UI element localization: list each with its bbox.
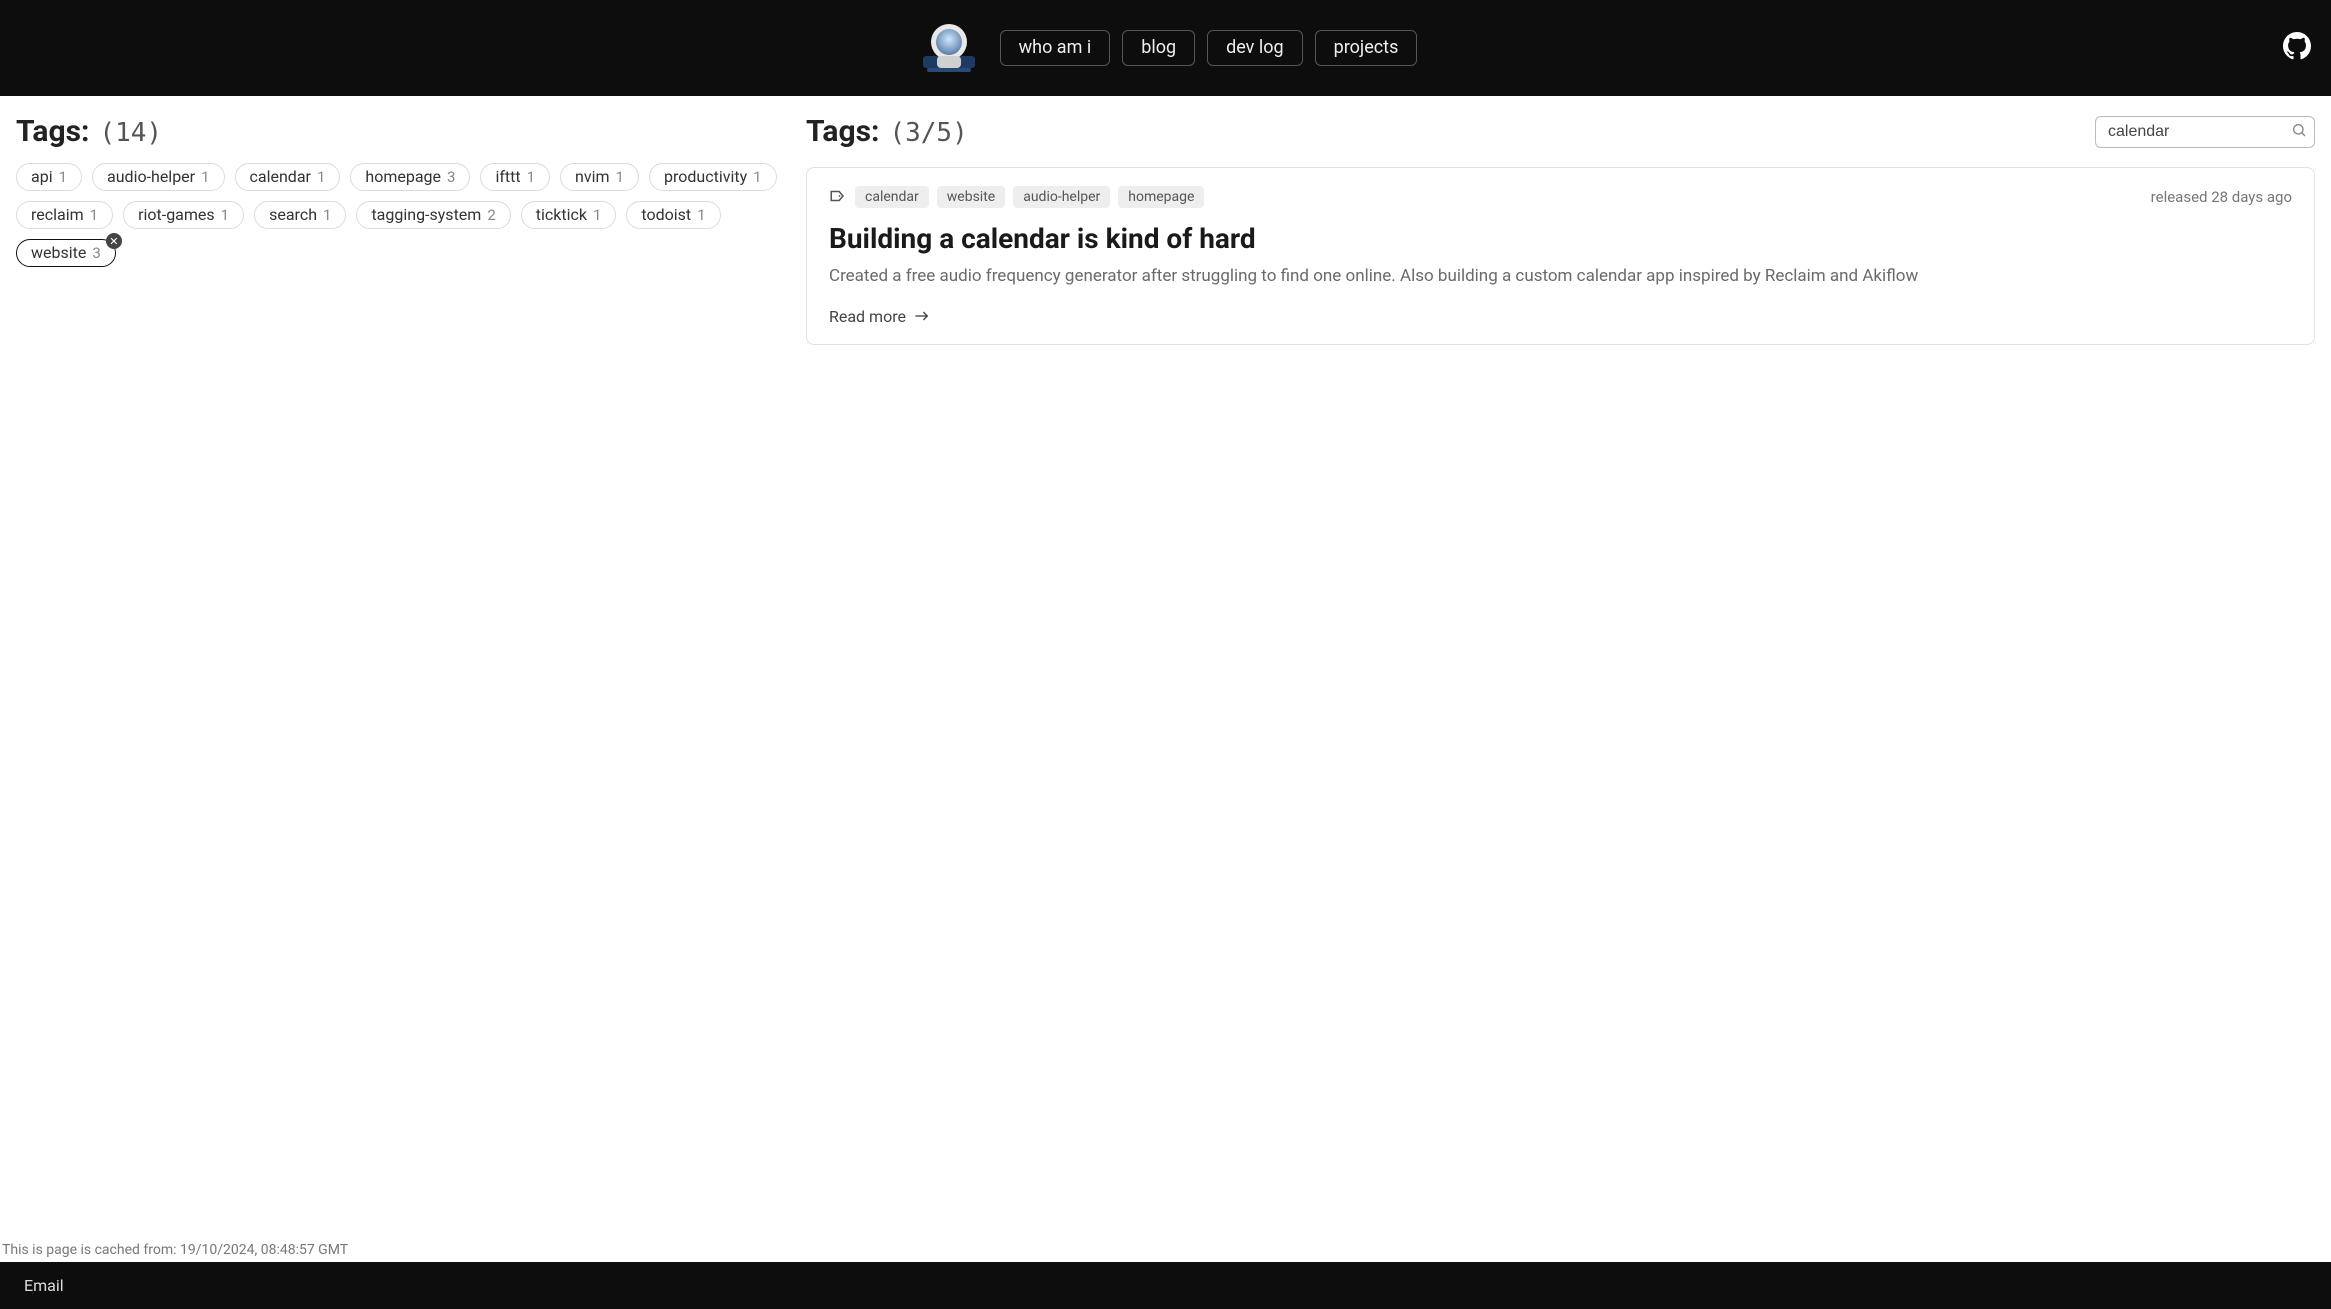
tag-pill-ticktick[interactable]: ticktick 1 (521, 201, 617, 229)
search-input[interactable] (2095, 116, 2315, 148)
tag-pill-count: 1 (59, 170, 67, 185)
tag-pill-count: 2 (487, 208, 495, 223)
read-more-label: Read more (829, 307, 906, 326)
card-title: Building a calendar is kind of hard (829, 222, 2292, 255)
tag-pill-api[interactable]: api 1 (16, 163, 82, 191)
card-description: Created a free audio frequency generator… (829, 265, 2292, 289)
nav-center: who am i blog dev log projects (914, 13, 1418, 83)
tag-pill-label: audio-helper (107, 169, 195, 185)
sidebar-tags-heading: Tags: (14) (16, 114, 786, 149)
top-nav: who am i blog dev log projects (0, 0, 2331, 96)
logo[interactable] (914, 13, 984, 83)
main-header-row: Tags: (3/5) (806, 114, 2315, 149)
tag-pill-riot-games[interactable]: riot-games 1 (123, 201, 244, 229)
sidebar-tags-label: Tags: (16, 114, 89, 149)
main-tags-count: (3/5) (889, 118, 967, 148)
main-tags-heading: Tags: (3/5) (806, 114, 968, 149)
tag-pill-count: 1 (90, 208, 98, 223)
tag-pill-search[interactable]: search 1 (254, 201, 346, 229)
tag-pill-todoist[interactable]: todoist 1 (626, 201, 720, 229)
tag-pill-count: 1 (221, 208, 229, 223)
tag-pill-label: nvim (575, 169, 610, 185)
tag-pill-count: 1 (317, 170, 325, 185)
tag-pill-count: 3 (92, 246, 100, 261)
tag-pill-label: tagging-system (371, 207, 481, 223)
tag-remove-icon[interactable]: ✕ (106, 233, 122, 249)
main-column: Tags: (3/5) (806, 114, 2315, 1238)
tag-pill-tagging-system[interactable]: tagging-system 2 (356, 201, 510, 229)
tag-pill-count: 1 (527, 170, 535, 185)
footer: Email (0, 1262, 2331, 1309)
card-tags: calendar website audio-helper homepage (829, 186, 1204, 208)
tag-pill-label: homepage (365, 169, 441, 185)
tag-pill-homepage[interactable]: homepage 3 (350, 163, 470, 191)
tag-pill-label: search (269, 207, 317, 223)
cache-note: This is page is cached from: 19/10/2024,… (0, 1238, 2331, 1262)
tag-pill-website[interactable]: website3✕ (16, 239, 116, 267)
card-tag[interactable]: audio-helper (1013, 186, 1110, 208)
tag-pill-label: reclaim (31, 207, 84, 223)
tag-pill-label: api (31, 169, 53, 185)
read-more-link[interactable]: Read more (829, 307, 930, 326)
tag-pill-count: 1 (201, 170, 209, 185)
nav-projects[interactable]: projects (1315, 30, 1418, 66)
tag-icon (829, 188, 847, 207)
nav-who-am-i[interactable]: who am i (1000, 30, 1111, 66)
tag-pill-label: productivity (664, 169, 747, 185)
search-wrap (2095, 116, 2315, 148)
tag-pill-count: 1 (593, 208, 601, 223)
post-card[interactable]: calendar website audio-helper homepage r… (806, 167, 2315, 345)
github-link[interactable] (2283, 32, 2311, 64)
released-label: released 28 days ago (2151, 188, 2292, 206)
card-tag[interactable]: website (937, 186, 1005, 208)
tag-pill-count: 1 (697, 208, 705, 223)
main-tags-label: Tags: (806, 114, 879, 149)
tag-pill-label: ifttt (495, 169, 520, 185)
astronaut-logo-icon (917, 16, 981, 80)
arrow-right-icon (914, 310, 930, 322)
tag-pill-count: 1 (323, 208, 331, 223)
sidebar-tags-count: (14) (99, 118, 162, 148)
github-icon (2283, 32, 2311, 60)
tag-pill-count: 1 (616, 170, 624, 185)
tag-pill-count: 1 (753, 170, 761, 185)
nav-dev-log[interactable]: dev log (1207, 30, 1303, 66)
nav-links: who am i blog dev log projects (1000, 30, 1418, 66)
tag-pill-label: todoist (641, 207, 691, 223)
tag-pill-label: ticktick (536, 207, 587, 223)
footer-email-link[interactable]: Email (24, 1276, 64, 1295)
tag-pill-audio-helper[interactable]: audio-helper 1 (92, 163, 225, 191)
tag-pill-productivity[interactable]: productivity 1 (649, 163, 777, 191)
tag-pill-count: 3 (447, 170, 455, 185)
nav-blog[interactable]: blog (1122, 30, 1195, 66)
tag-pill-nvim[interactable]: nvim 1 (560, 163, 639, 191)
tag-pill-label: calendar (250, 169, 311, 185)
tag-pill-label: website (31, 245, 86, 261)
tag-pill-reclaim[interactable]: reclaim 1 (16, 201, 113, 229)
card-tag[interactable]: calendar (855, 186, 929, 208)
tag-pill-ifttt[interactable]: ifttt 1 (480, 163, 550, 191)
content: Tags: (14) api 1 audio-helper 1 calendar 1 hom… (0, 96, 2331, 1238)
tag-pill-label: riot-games (138, 207, 215, 223)
card-tag[interactable]: homepage (1118, 186, 1204, 208)
sidebar-tag-list: api 1 audio-helper 1 calendar 1 homepage 3 ifttt… (16, 163, 786, 267)
tag-pill-calendar[interactable]: calendar 1 (235, 163, 341, 191)
card-head: calendar website audio-helper homepage r… (829, 186, 2292, 208)
sidebar: Tags: (14) api 1 audio-helper 1 calendar 1 hom… (16, 114, 786, 1238)
